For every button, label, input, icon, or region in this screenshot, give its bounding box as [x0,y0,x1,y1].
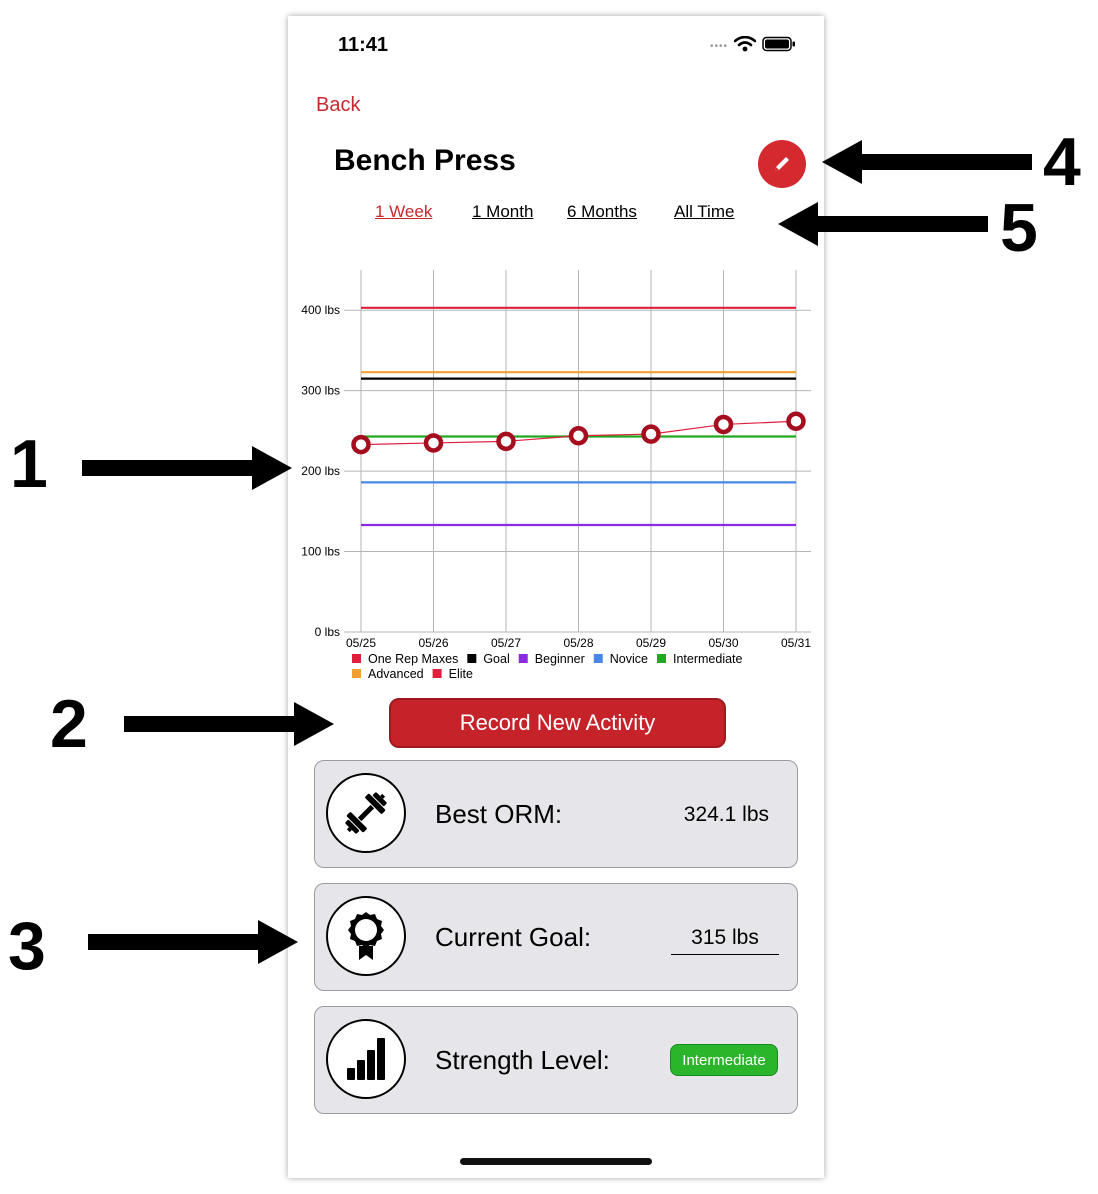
one-rep-max-chart: 0 lbs 100 lbs 200 lbs 300 lbs 400 lbs 05/25 05… [301,270,811,681]
y-tick-label: 100 lbs [301,545,340,559]
y-tick-label: 200 lbs [301,464,340,478]
time-range-tabs: 1 Week 1 Month 6 Months All Time [288,202,824,226]
legend-swatch [467,654,477,663]
pencil-icon [775,157,789,171]
callout-arrow-4 [822,140,1032,184]
dumbbell-icon [326,773,406,853]
legend-swatch [432,669,442,678]
battery-icon [762,36,795,52]
x-tick-label: 05/28 [563,636,593,650]
x-tick-label: 05/27 [491,636,521,650]
wifi-icon [734,36,756,52]
callout-arrow-5 [778,202,988,246]
tab-all-time[interactable]: All Time [674,202,734,222]
one-rep-max-point [496,431,516,452]
tab-1-month[interactable]: 1 Month [472,202,533,222]
back-button[interactable]: Back [316,94,360,117]
y-tick-label: 0 lbs [315,625,340,639]
callout-number-2: 2 [50,686,88,762]
x-tick-label: 05/26 [418,636,448,650]
one-rep-max-point [568,425,589,446]
goal-input[interactable]: 315 lbs [671,926,779,955]
one-rep-max-point [351,434,371,455]
legend-label: Intermediate [673,652,743,666]
signal-icon: •••• [709,40,728,52]
legend-label: One Rep Maxes [368,652,458,666]
x-tick-label: 05/30 [708,636,738,650]
one-rep-max-point [713,414,734,435]
strength-level-label: Strength Level: [435,1045,610,1075]
callout-arrow-3 [88,920,298,964]
x-tick-label: 05/29 [636,636,666,650]
y-tick-label: 300 lbs [301,384,340,398]
callout-number-3: 3 [8,908,46,984]
legend-label: Beginner [535,652,585,666]
one-rep-max-point [786,411,806,431]
best-orm-value: 324.1 lbs [683,803,769,826]
legend-swatch [518,654,528,663]
current-goal-card: Current Goal: 315 lbs [314,883,798,991]
one-rep-max-point [641,424,661,444]
tab-1-week[interactable]: 1 Week [375,202,432,222]
status-time: 11:41 [338,34,389,56]
legend-swatch [352,654,361,663]
legend-swatch [657,654,666,663]
strength-level-badge: Intermediate [670,1044,778,1076]
strength-level-card: Strength Level: Intermediate [314,1006,798,1114]
callout-number-4: 4 [1043,124,1081,200]
edit-button[interactable] [758,140,806,188]
legend-swatch [593,654,603,663]
legend-label: Goal [483,652,509,666]
award-ribbon-icon [326,896,406,976]
y-tick-label: 400 lbs [301,303,340,317]
callout-arrow-1 [82,446,292,490]
bar-chart-icon [326,1019,406,1099]
x-tick-label: 05/25 [346,636,376,650]
legend-label: Advanced [368,667,424,681]
record-new-activity-button[interactable]: Record New Activity [389,698,726,748]
x-tick-label: 05/31 [781,636,811,650]
one-rep-max-point [423,433,444,453]
phone-screen: 11:41 •••• Back Bench Press 1 Week 1 Mon… [288,16,824,1178]
status-icons: •••• [710,36,796,52]
legend-label: Elite [449,667,473,681]
page-title: Bench Press [334,144,516,177]
tab-6-months[interactable]: 6 Months [567,202,637,222]
best-orm-card: Best ORM: 324.1 lbs [314,760,798,868]
callout-number-5: 5 [1000,190,1038,266]
current-goal-label: Current Goal: [435,922,592,952]
legend-swatch [352,669,361,678]
best-orm-label: Best ORM: [435,799,563,829]
legend-label: Novice [610,652,648,666]
callout-number-1: 1 [10,426,48,502]
home-indicator[interactable] [460,1158,652,1165]
callout-arrow-2 [124,702,334,746]
